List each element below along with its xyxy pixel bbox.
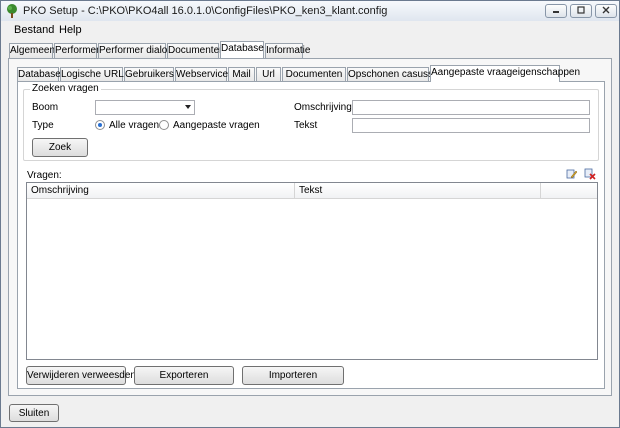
main-tab-strip: Algemeen Performer Performer dialoog Doc… — [9, 41, 609, 59]
subtab-mail[interactable]: Mail — [228, 67, 255, 82]
tab-performer[interactable]: Performer — [54, 43, 99, 58]
boom-label: Boom — [32, 102, 59, 113]
column-tekst[interactable]: Tekst — [295, 183, 541, 198]
tab-algemeen[interactable]: Algemeen — [9, 43, 55, 58]
omschrijving-input[interactable] — [352, 100, 590, 115]
close-window-button[interactable] — [595, 4, 617, 18]
subtab-aangepaste-vraageigenschappen[interactable]: Aangepaste vraageigenschappen — [430, 65, 580, 82]
subtab-logische-urls[interactable]: Logische URLs — [60, 67, 129, 82]
tab-database[interactable]: Database — [220, 41, 264, 58]
questions-grid[interactable]: Omschrijving Tekst — [26, 182, 598, 360]
radio-aangepaste-vragen[interactable] — [159, 120, 169, 130]
subtab-gebruikers[interactable]: Gebruikers — [124, 67, 174, 82]
type-label: Type — [32, 120, 54, 131]
subtab-opschonen-casussen[interactable]: Opschonen casussen — [347, 67, 444, 82]
application-window: PKO Setup - C:\PKO\PKO4all 16.0.1.0\Conf… — [0, 0, 620, 428]
tree-icon — [7, 4, 17, 18]
grid-header: Omschrijving Tekst — [27, 183, 597, 199]
window-title: PKO Setup - C:\PKO\PKO4all 16.0.1.0\Conf… — [23, 5, 388, 17]
subtab-webservice[interactable]: Webservice — [175, 67, 228, 82]
tab-informatie[interactable]: Informatie — [265, 43, 310, 58]
tab-performer-dialoog[interactable]: Performer dialoog — [98, 43, 178, 58]
radio-alle-vragen[interactable] — [95, 120, 105, 130]
menu-bar: Bestand Help — [1, 21, 619, 39]
menu-bestand[interactable]: Bestand — [14, 24, 54, 36]
sluiten-button[interactable]: Sluiten — [9, 404, 59, 422]
minimize-button[interactable] — [545, 4, 567, 18]
minimize-icon — [553, 11, 559, 13]
chevron-down-icon — [185, 105, 191, 109]
radio-alle-vragen-label[interactable]: Alle vragen — [109, 120, 159, 131]
radio-aangepaste-vragen-label[interactable]: Aangepaste vragen — [173, 120, 260, 131]
search-group-title: Zoeken vragen — [30, 83, 101, 94]
subtab-documenten[interactable]: Documenten — [282, 67, 346, 82]
sub-tab-panel: Zoeken vragen Boom Type Alle vragen Aang… — [17, 81, 605, 389]
search-group: Zoeken vragen Boom Type Alle vragen Aang… — [23, 83, 599, 161]
vragen-label: Vragen: — [27, 170, 62, 181]
tab-documenten[interactable]: Documenten — [167, 43, 225, 58]
delete-icon[interactable] — [584, 168, 596, 180]
tekst-input[interactable] — [352, 118, 590, 133]
close-icon — [602, 6, 610, 14]
menu-help[interactable]: Help — [59, 24, 82, 36]
subtab-database[interactable]: Database — [17, 67, 61, 82]
exporteren-button[interactable]: Exporteren — [134, 366, 234, 385]
title-bar: PKO Setup - C:\PKO\PKO4all 16.0.1.0\Conf… — [1, 1, 619, 22]
omschrijving-label: Omschrijving — [294, 102, 352, 113]
edit-icon[interactable] — [566, 168, 578, 180]
maximize-button[interactable] — [570, 4, 592, 18]
main-tab-panel: Database Logische URLs Gebruikers Webser… — [8, 58, 612, 396]
column-omschrijving[interactable]: Omschrijving — [27, 183, 295, 198]
importeren-button[interactable]: Importeren — [242, 366, 344, 385]
boom-dropdown[interactable] — [95, 100, 195, 115]
verwijderen-verweesden-button[interactable]: Verwijderen verweesden — [26, 366, 136, 385]
zoek-button[interactable]: Zoek — [32, 138, 88, 157]
maximize-icon — [577, 6, 585, 14]
subtab-url[interactable]: Url — [256, 67, 281, 82]
tekst-label: Tekst — [294, 120, 318, 131]
